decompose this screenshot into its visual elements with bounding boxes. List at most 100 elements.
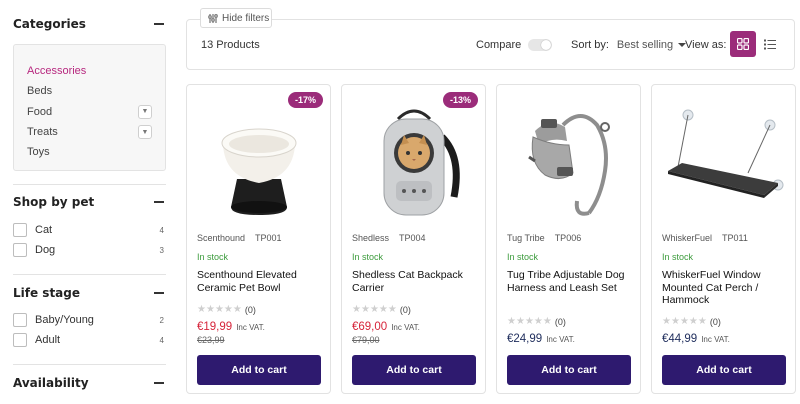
rating-count: (0) xyxy=(244,305,256,315)
star-icon: ★ xyxy=(533,316,543,327)
category-item-beds[interactable]: Beds xyxy=(27,81,152,101)
chevron-down-icon[interactable]: ▼ xyxy=(138,104,152,119)
star-icon: ★ xyxy=(697,316,707,327)
brand: Shedless xyxy=(352,233,390,243)
divider xyxy=(13,274,166,275)
availability-title: Availability xyxy=(13,376,89,390)
filter-option-baby-young[interactable]: Baby/Young 2 xyxy=(13,310,166,330)
sku: TP006 xyxy=(554,233,582,243)
category-label: Beds xyxy=(27,85,53,98)
divider xyxy=(13,364,166,365)
collapse-icon[interactable] xyxy=(154,292,164,294)
product-image-ceramic-bowl[interactable] xyxy=(195,97,324,227)
grid-view-button[interactable] xyxy=(730,31,756,57)
star-icon: ★ xyxy=(378,304,388,315)
stock-status: In stock xyxy=(197,252,229,262)
hide-filters-button[interactable]: Hide filters xyxy=(200,8,272,28)
star-icon: ★ xyxy=(524,316,534,327)
product-name[interactable]: Shedless Cat Backpack Carrier xyxy=(352,269,482,294)
product-card[interactable]: Tug Tribe TP006 In stock Tug Tribe Adjus… xyxy=(496,84,641,394)
category-item-accessories[interactable]: Accessories xyxy=(27,61,152,81)
old-price: €23,99 xyxy=(197,335,225,345)
pet-options: Cat 4 Dog 3 xyxy=(13,220,166,260)
category-item-food[interactable]: Food ▼ xyxy=(27,102,152,122)
product-card[interactable]: -13% Shedless TP004 In stock Shedless Ca… xyxy=(341,84,486,394)
star-icon: ★ xyxy=(542,316,552,327)
filter-sidebar: Categories Accessories Beds Food ▼ Treat… xyxy=(13,0,166,394)
rating: ★ ★ ★ ★ ★ (0) xyxy=(197,304,256,316)
category-item-toys[interactable]: Toys xyxy=(27,142,152,162)
add-to-cart-button[interactable]: Add to cart xyxy=(352,355,476,385)
option-label: Baby/Young xyxy=(35,314,94,326)
sort-control[interactable]: Sort by: Best selling xyxy=(571,39,687,51)
star-icon: ★ xyxy=(507,316,516,327)
sliders-icon xyxy=(208,13,218,23)
life-stage-options: Baby/Young 2 Adult 4 xyxy=(13,310,166,350)
categories-header[interactable]: Categories xyxy=(13,13,166,35)
product-image-window-perch[interactable] xyxy=(660,97,789,227)
product-meta: Scenthound TP001 xyxy=(197,233,282,243)
collapse-icon[interactable] xyxy=(154,201,164,203)
chevron-down-icon[interactable]: ▼ xyxy=(138,125,152,140)
product-card[interactable]: -17% Scenthound TP001 In stock Scenthoun… xyxy=(186,84,331,394)
option-label: Dog xyxy=(35,244,56,256)
product-image-dog-harness[interactable] xyxy=(505,97,634,227)
star-icon: ★ xyxy=(688,316,698,327)
filter-option-cat[interactable]: Cat 4 xyxy=(13,220,166,240)
star-icon: ★ xyxy=(197,304,206,315)
sku: TP011 xyxy=(722,233,748,243)
compare-toggle[interactable] xyxy=(528,39,553,51)
checkbox[interactable] xyxy=(13,223,27,237)
add-to-cart-button[interactable]: Add to cart xyxy=(662,355,786,385)
add-to-cart-button[interactable]: Add to cart xyxy=(197,355,321,385)
grid-icon xyxy=(737,38,749,50)
availability-header[interactable]: Availability xyxy=(13,372,166,394)
sku: TP004 xyxy=(399,233,426,243)
old-price: €79,00 xyxy=(352,335,380,345)
stock-status: In stock xyxy=(507,252,539,262)
rating-count: (0) xyxy=(554,317,566,327)
filter-option-adult[interactable]: Adult 4 xyxy=(13,330,166,350)
product-card[interactable]: WhiskerFuel TP011 In stock WhiskerFuel W… xyxy=(651,84,796,394)
star-icon: ★ xyxy=(214,304,224,315)
sort-select[interactable]: Best selling xyxy=(617,39,673,51)
shop-by-pet-header[interactable]: Shop by pet xyxy=(13,191,166,213)
star-icon: ★ xyxy=(205,304,215,315)
price-row: €24,99 Inc VAT. xyxy=(507,333,575,345)
sort-label: Sort by: xyxy=(571,39,609,51)
checkbox[interactable] xyxy=(13,333,27,347)
add-to-cart-button[interactable]: Add to cart xyxy=(507,355,631,385)
divider xyxy=(13,184,166,185)
checkbox[interactable] xyxy=(13,313,27,327)
star-icon: ★ xyxy=(352,304,361,315)
price: €19,99 xyxy=(197,321,233,333)
life-stage-header[interactable]: Life stage xyxy=(13,282,166,304)
category-item-treats[interactable]: Treats ▼ xyxy=(27,122,152,142)
checkbox[interactable] xyxy=(13,243,27,257)
product-name[interactable]: WhiskerFuel Window Mounted Cat Perch / H… xyxy=(662,269,792,307)
option-label: Adult xyxy=(35,334,61,346)
category-label: Accessories xyxy=(27,65,87,78)
shop-by-pet-title: Shop by pet xyxy=(13,195,95,209)
list-icon xyxy=(764,39,776,49)
star-icon: ★ xyxy=(369,304,379,315)
price: €24,99 xyxy=(507,333,543,345)
life-stage-title: Life stage xyxy=(13,286,81,300)
sku: TP001 xyxy=(255,233,282,243)
stock-status: In stock xyxy=(352,252,384,262)
filter-option-dog[interactable]: Dog 3 xyxy=(13,240,166,260)
option-label: Cat xyxy=(35,224,53,236)
star-icon: ★ xyxy=(387,304,397,315)
collapse-icon[interactable] xyxy=(154,23,164,25)
category-label: Food xyxy=(27,105,53,118)
product-count: 13 Products xyxy=(201,39,260,51)
list-view-button[interactable] xyxy=(763,37,777,51)
collapse-icon[interactable] xyxy=(154,382,164,384)
product-name[interactable]: Tug Tribe Adjustable Dog Harness and Lea… xyxy=(507,269,637,294)
star-icon: ★ xyxy=(232,304,242,315)
compare-control[interactable]: Compare xyxy=(476,39,553,51)
rating: ★ ★ ★ ★ ★ (0) xyxy=(662,316,721,328)
product-name[interactable]: Scenthound Elevated Ceramic Pet Bowl xyxy=(197,269,327,294)
option-count: 3 xyxy=(159,245,164,255)
product-image-cat-backpack[interactable] xyxy=(350,97,479,227)
